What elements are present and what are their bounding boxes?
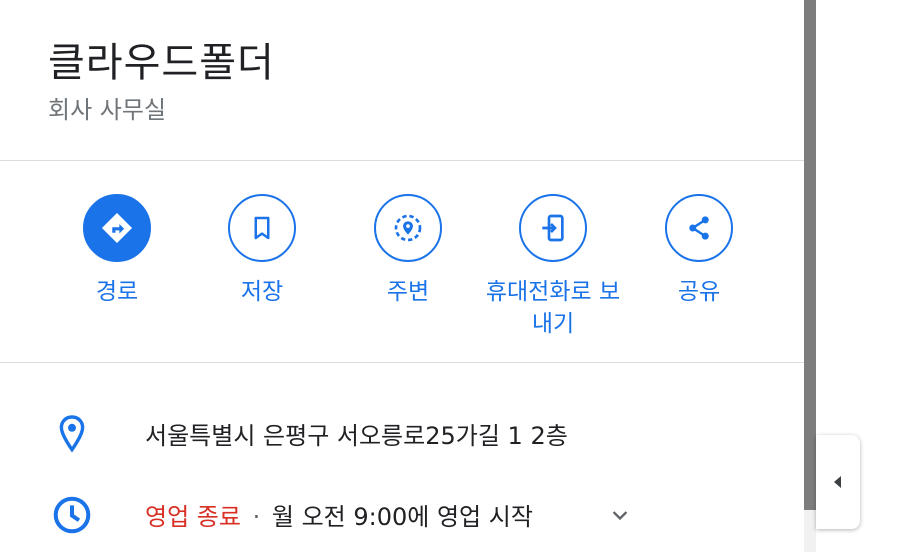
send-to-phone-label: 휴대전화로 보내기 [485,279,621,337]
hours-row[interactable]: 영업 종료 · 월 오전 9:00에 영업 시작 [0,493,804,543]
place-category: 회사 사무실 [48,96,167,124]
hours-text: 영업 종료 · 월 오전 9:00에 영업 시작 [145,497,533,532]
location-pin-icon [50,412,94,456]
place-title: 클라우드폴더 [48,40,275,86]
clock-icon [50,493,94,537]
divider [0,160,804,161]
hours-status: 영업 종료 [145,503,241,531]
directions-label: 경로 [95,279,139,305]
send-to-phone-button[interactable]: 휴대전화로 보내기 [473,194,633,340]
nearby-label: 주변 [386,279,430,305]
address-text: 서울특별시 은평구 서오릉로25가길 1 2층 [145,422,568,450]
panel-scrollbar[interactable] [804,0,816,552]
directions-button[interactable]: 경로 [37,194,197,308]
directions-icon [83,194,151,262]
save-button[interactable]: 저장 [182,194,342,308]
collapse-panel-button[interactable] [816,435,860,529]
send-to-phone-icon [519,194,587,262]
place-panel: 클라우드폴더 회사 사무실 경로 저장 주변 휴대전화로 보내기 공유 서울특별… [0,0,804,552]
scrollbar-thumb[interactable] [804,0,816,510]
nearby-icon [374,194,442,262]
save-label: 저장 [240,279,284,305]
bookmark-icon [228,194,296,262]
share-label: 공유 [677,279,721,305]
share-icon [665,194,733,262]
chevron-down-icon[interactable] [606,501,634,529]
hours-separator: · [252,503,261,531]
share-button[interactable]: 공유 [619,194,779,308]
nearby-button[interactable]: 주변 [328,194,488,308]
caret-left-icon [834,476,841,488]
hours-detail: 월 오전 9:00에 영업 시작 [271,503,533,531]
address-row[interactable]: 서울특별시 은평구 서오릉로25가길 1 2층 [0,412,804,462]
divider [0,362,804,363]
